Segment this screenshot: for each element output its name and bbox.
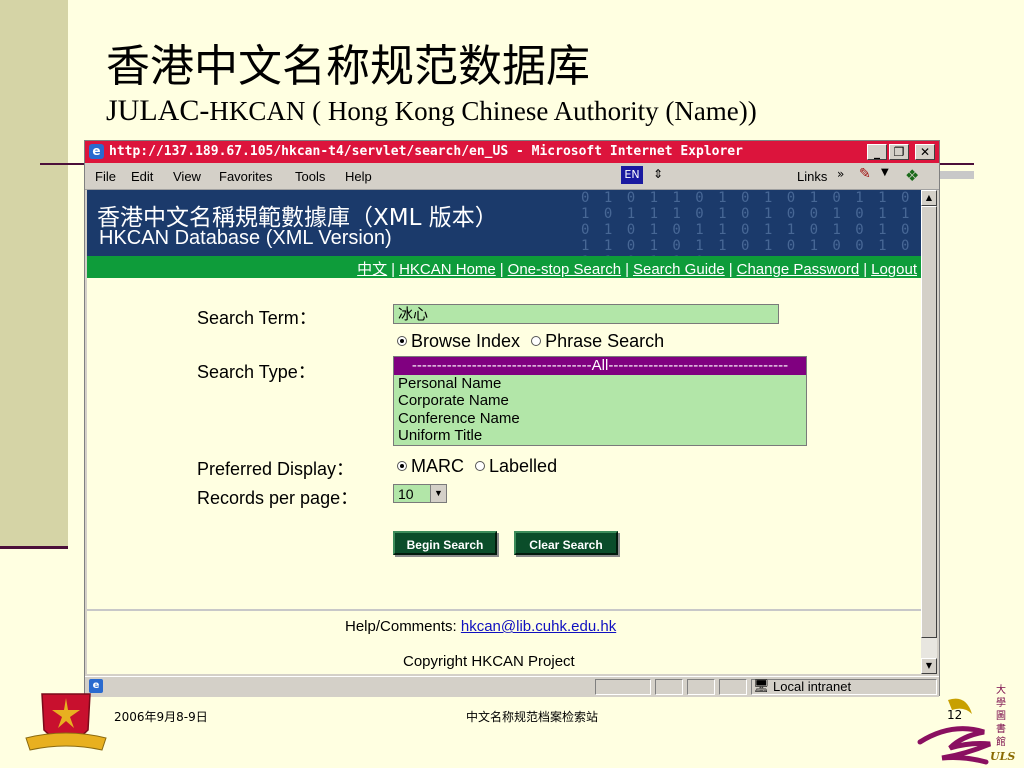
dropdown-arrow-icon[interactable]: ▼	[881, 167, 889, 178]
labelled-label[interactable]: Labelled	[489, 456, 557, 476]
browse-index-label[interactable]: Browse Index	[411, 331, 520, 351]
slide-title-chinese: 香港中文名称规范数据库	[106, 41, 590, 92]
search-type-listbox[interactable]: ------------------------------------All-…	[393, 356, 807, 446]
university-crest-icon	[25, 693, 107, 751]
marc-radio[interactable]	[397, 461, 407, 472]
search-term-input[interactable]: 冰心	[393, 304, 779, 324]
copyright-text: Copyright HKCAN Project	[403, 653, 575, 670]
begin-search-button[interactable]: Begin Search	[393, 531, 497, 555]
decorative-line	[40, 163, 88, 165]
nav-link-logout[interactable]: Logout	[871, 261, 917, 278]
left-decorative-band	[0, 0, 68, 548]
status-cell	[687, 679, 715, 695]
help-comments: Help/Comments: hkcan@lib.cuhk.edu.hk	[345, 618, 616, 635]
decorative-line	[940, 163, 974, 165]
slide-title-rest: HKCAN ( Hong Kong Chinese Authority (Nam…	[209, 96, 757, 126]
phrase-search-label[interactable]: Phrase Search	[545, 331, 664, 351]
banner-title-english: HKCAN Database (XML Version)	[99, 227, 392, 249]
left-band-divider	[0, 546, 68, 549]
search-mode-group: Browse Index Phrase Search	[397, 331, 664, 352]
intranet-icon: 🖥	[753, 679, 770, 694]
slide-title-prefix: JULAC-	[106, 94, 210, 127]
nav-links: 中文 | HKCAN Home | One-stop Search | Search Gui…	[357, 261, 917, 278]
browse-index-radio[interactable]	[397, 336, 407, 347]
records-per-page-select[interactable]: 10 ▼	[393, 484, 447, 503]
preferred-display-label: Preferred Display：	[197, 459, 355, 479]
scrollbar-thumb[interactable]	[921, 206, 937, 638]
records-per-page-label: Records per page：	[197, 488, 359, 508]
nav-link-home[interactable]: HKCAN Home	[399, 261, 496, 278]
content-divider	[87, 609, 921, 611]
help-email-link[interactable]: hkcan@lib.cuhk.edu.hk	[461, 618, 616, 635]
footer-date: 2006年9月8-9日	[114, 710, 208, 724]
nav-link-search-guide[interactable]: Search Guide	[633, 261, 725, 278]
navigation-bar: 中文 | HKCAN Home | One-stop Search | Search Gui…	[87, 256, 921, 278]
windows-logo-icon: ❖	[905, 166, 920, 185]
chevron-down-icon[interactable]: ▼	[430, 485, 446, 502]
window-titlebar[interactable]: e http://137.189.67.105/hkcan-t4/servlet…	[85, 141, 939, 163]
uls-logo: 大學圖書館 ULS	[912, 682, 1022, 768]
nav-link-one-stop-search[interactable]: One-stop Search	[508, 261, 621, 278]
phrase-search-radio[interactable]	[531, 336, 542, 347]
internet-explorer-icon: e	[89, 144, 104, 159]
minimize-button[interactable]: _	[867, 144, 887, 160]
nav-link-change-password[interactable]: Change Password	[737, 261, 860, 278]
search-type-option-all[interactable]: ------------------------------------All-…	[394, 357, 806, 375]
menu-favorites[interactable]: Favorites	[219, 169, 272, 184]
search-type-option-personal-name[interactable]: Personal Name	[394, 375, 806, 393]
display-mode-group: MARC Labelled	[397, 456, 557, 477]
binary-pattern-decoration: 0 1 0 1 1 0 1 0 1 0 1 0 1 1 0 1 0 1 1 1 …	[581, 190, 913, 256]
nav-link-chinese[interactable]: 中文	[357, 261, 387, 278]
close-button[interactable]: ✕	[915, 144, 935, 160]
menu-bar: File Edit View Favorites Tools Help EN ⇕…	[85, 163, 939, 190]
vertical-scrollbar[interactable]: ▲ ▼	[921, 190, 937, 674]
search-type-option-corporate-name[interactable]: Corporate Name	[394, 392, 806, 410]
search-type-option-uniform-title[interactable]: Uniform Title	[394, 427, 806, 445]
restore-button[interactable]: ❐	[889, 144, 909, 160]
chevron-right-icon[interactable]: »	[837, 167, 844, 181]
footer-title: 中文名称规范档案检索站	[466, 710, 599, 724]
status-cell	[719, 679, 747, 695]
records-per-page-value: 10	[398, 486, 414, 502]
clear-search-button[interactable]: Clear Search	[514, 531, 618, 555]
toolbar-tool-icon[interactable]: ✎	[859, 166, 871, 182]
slide-title-english: JULAC-HKCAN ( Hong Kong Chinese Authorit…	[106, 94, 757, 128]
menu-file[interactable]: File	[95, 169, 116, 184]
menu-view[interactable]: View	[173, 169, 201, 184]
decorative-line	[940, 171, 974, 179]
language-indicator[interactable]: EN	[621, 166, 643, 184]
status-cell	[595, 679, 651, 695]
search-type-option-conference-name[interactable]: Conference Name	[394, 410, 806, 428]
database-banner: 0 1 0 1 1 0 1 0 1 0 1 0 1 1 0 1 0 1 1 1 …	[87, 190, 921, 256]
links-toolbar-label[interactable]: Links	[797, 169, 827, 184]
search-type-label: Search Type：	[197, 362, 316, 382]
help-label: Help/Comments:	[345, 618, 457, 635]
status-bar: e 🖥 Local intranet	[85, 676, 939, 697]
menu-edit[interactable]: Edit	[131, 169, 153, 184]
menu-tools[interactable]: Tools	[295, 169, 325, 184]
security-zone-label: Local intranet	[773, 679, 852, 694]
scroll-up-icon[interactable]: ▲	[921, 190, 937, 206]
labelled-radio[interactable]	[475, 461, 486, 472]
language-arrows-icon[interactable]: ⇕	[653, 167, 663, 181]
uls-logo-text: ULS	[990, 750, 1016, 763]
browser-window: e http://137.189.67.105/hkcan-t4/servlet…	[84, 140, 940, 697]
page-viewport: 0 1 0 1 1 0 1 0 1 0 1 0 1 1 0 1 0 1 1 1 …	[87, 190, 921, 674]
window-title: http://137.189.67.105/hkcan-t4/servlet/s…	[109, 144, 743, 159]
search-term-label: Search Term：	[197, 308, 317, 328]
menu-help[interactable]: Help	[345, 169, 372, 184]
marc-label[interactable]: MARC	[411, 456, 464, 476]
scroll-down-icon[interactable]: ▼	[921, 658, 937, 674]
logo-vertical-text: 大學圖書館	[996, 685, 1006, 748]
status-cell	[655, 679, 683, 695]
